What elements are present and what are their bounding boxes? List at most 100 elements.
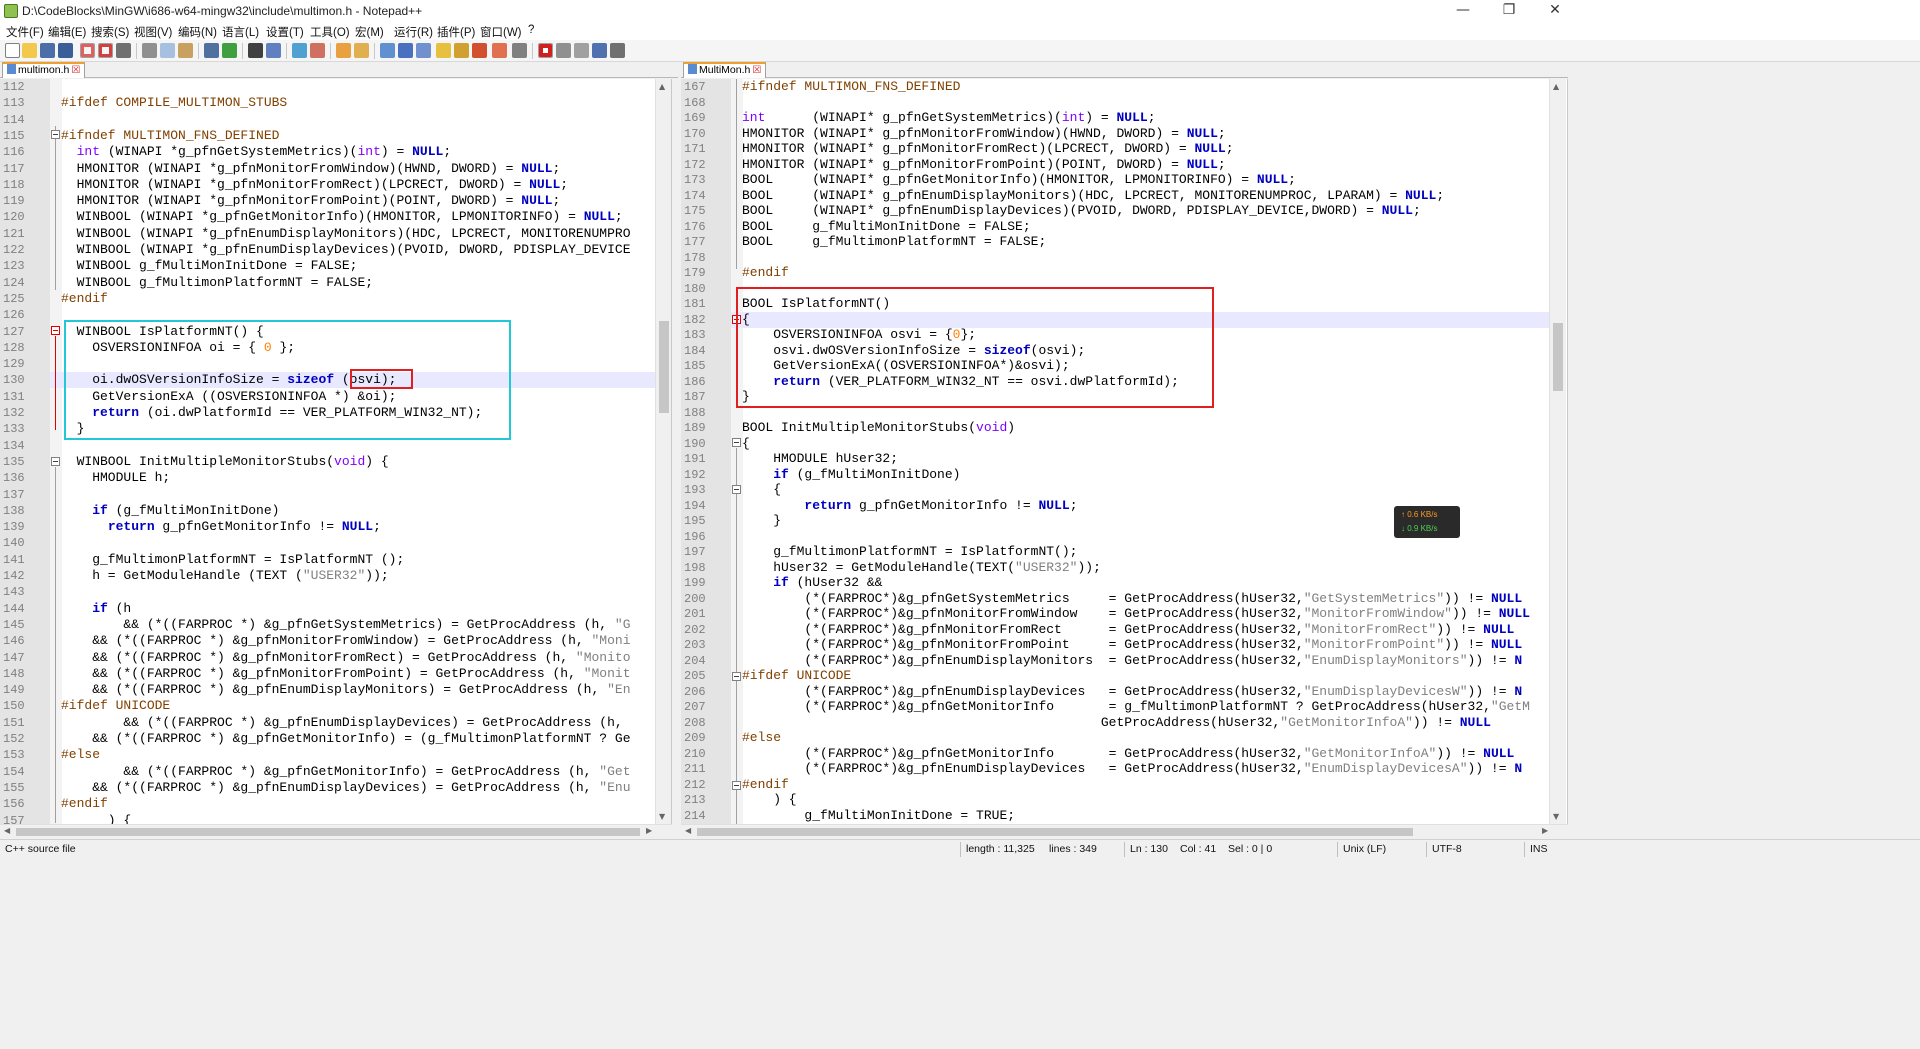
redo-icon[interactable] bbox=[222, 43, 237, 58]
save-macro-icon[interactable] bbox=[610, 43, 625, 58]
code-text[interactable]: GetVersionExA((OSVERSIONINFOA*)&osvi); bbox=[742, 358, 1069, 374]
code-text[interactable]: WINBOOL InitMultipleMonitorStubs(void) { bbox=[61, 454, 389, 470]
code-text[interactable]: #endif bbox=[61, 291, 108, 307]
minimize-button[interactable]: — bbox=[1440, 0, 1486, 22]
code-text[interactable]: (*(FARPROC*)&g_pfnMonitorFromPoint = Get… bbox=[742, 637, 1522, 653]
code-text[interactable]: (*(FARPROC*)&g_pfnEnumDisplayMonitors = … bbox=[742, 653, 1522, 669]
close-all-icon[interactable] bbox=[98, 43, 113, 58]
menu-file[interactable]: 文件(F) bbox=[6, 24, 44, 40]
code-text[interactable]: && (*((FARPROC *) &g_pfnEnumDisplayDevic… bbox=[61, 780, 630, 796]
code-text[interactable]: #endif bbox=[742, 777, 789, 793]
left-horizontal-scrollbar[interactable]: ◀ ▶ bbox=[0, 824, 672, 838]
fold-toggle-icon[interactable] bbox=[732, 438, 741, 447]
undo-icon[interactable] bbox=[204, 43, 219, 58]
fold-toggle-icon[interactable] bbox=[51, 130, 60, 139]
stop-record-icon[interactable] bbox=[556, 43, 571, 58]
code-text[interactable]: OSVERSIONINFOA oi = { 0 }; bbox=[61, 340, 295, 356]
udl-icon[interactable] bbox=[436, 43, 451, 58]
code-text[interactable]: WINBOOL (WINAPI *g_pfnGetMonitorInfo)(HM… bbox=[61, 209, 623, 225]
code-text[interactable]: BOOL g_fMultiMonInitDone = FALSE; bbox=[742, 219, 1031, 235]
code-text[interactable]: WINBOOL (WINAPI *g_pfnEnumDisplayDevices… bbox=[61, 242, 631, 258]
code-text[interactable]: #ifdef UNICODE bbox=[61, 698, 170, 714]
code-text[interactable]: && (*((FARPROC *) &g_pfnGetMonitorInfo) … bbox=[61, 764, 630, 780]
code-text[interactable]: && (*((FARPROC *) &g_pfnEnumDisplayMonit… bbox=[61, 682, 630, 698]
code-text[interactable]: BOOL IsPlatformNT() bbox=[742, 296, 890, 312]
scroll-thumb[interactable] bbox=[1553, 323, 1563, 391]
code-text[interactable]: } bbox=[61, 421, 85, 437]
code-text[interactable]: WINBOOL g_fMultiMonInitDone = FALSE; bbox=[61, 258, 358, 274]
zoom-in-icon[interactable] bbox=[292, 43, 307, 58]
scroll-thumb[interactable] bbox=[697, 828, 1413, 836]
code-text[interactable]: #ifndef MULTIMON_FNS_DEFINED bbox=[742, 79, 960, 95]
scroll-thumb[interactable] bbox=[16, 828, 640, 836]
save-icon[interactable] bbox=[40, 43, 55, 58]
code-text[interactable]: BOOL (WINAPI* g_pfnEnumDisplayDevices)(P… bbox=[742, 203, 1421, 219]
right-horizontal-scrollbar[interactable]: ◀ ▶ bbox=[681, 824, 1568, 838]
code-text[interactable]: HMONITOR (WINAPI* g_pfnMonitorFromPoint)… bbox=[742, 157, 1226, 173]
code-text[interactable]: && (*((FARPROC *) &g_pfnGetMonitorInfo) … bbox=[61, 731, 630, 747]
code-text[interactable]: } bbox=[742, 389, 750, 405]
menu-window[interactable]: 窗口(W) bbox=[480, 24, 522, 40]
folder-workspace-icon[interactable] bbox=[492, 43, 507, 58]
code-text[interactable]: g_fMultiMonInitDone = TRUE; bbox=[742, 808, 1015, 824]
left-vertical-scrollbar[interactable]: ▲ ▼ bbox=[655, 79, 671, 824]
code-text[interactable]: BOOL (WINAPI* g_pfnGetMonitorInfo)(HMONI… bbox=[742, 172, 1296, 188]
code-text[interactable]: HMONITOR (WINAPI *g_pfnMonitorFromWindow… bbox=[61, 161, 561, 177]
code-text[interactable]: h = GetModuleHandle (TEXT ("USER32")); bbox=[61, 568, 388, 584]
zoom-out-icon[interactable] bbox=[310, 43, 325, 58]
code-text[interactable]: GetProcAddress(hUser32,"GetMonitorInfoA"… bbox=[742, 715, 1491, 731]
record-macro-icon[interactable] bbox=[538, 43, 553, 58]
paste-icon[interactable] bbox=[178, 43, 193, 58]
code-text[interactable]: g_fMultimonPlatformNT = IsPlatformNT(); bbox=[742, 544, 1077, 560]
play-macro-icon[interactable] bbox=[574, 43, 589, 58]
scroll-up-icon[interactable]: ▲ bbox=[659, 82, 665, 91]
menu-language[interactable]: 语言(L) bbox=[222, 24, 259, 40]
print-icon[interactable] bbox=[116, 43, 131, 58]
code-text[interactable]: return g_pfnGetMonitorInfo != NULL; bbox=[742, 498, 1077, 514]
code-text[interactable]: #else bbox=[742, 730, 781, 746]
code-text[interactable]: return g_pfnGetMonitorInfo != NULL; bbox=[61, 519, 381, 535]
code-text[interactable]: (*(FARPROC*)&g_pfnMonitorFromRect = GetP… bbox=[742, 622, 1514, 638]
code-text[interactable]: #ifndef MULTIMON_FNS_DEFINED bbox=[61, 128, 279, 144]
left-editor-pane[interactable]: 112 113 #ifdef COMPILE_MULTIMON_STUBS 114 11… bbox=[0, 79, 672, 824]
right-editor-pane[interactable]: 167 #ifndef MULTIMON_FNS_DEFINED 168 169 int… bbox=[681, 79, 1568, 824]
fold-toggle-icon[interactable] bbox=[732, 315, 741, 324]
code-text[interactable]: && (*((FARPROC *) &g_pfnMonitorFromWindo… bbox=[61, 633, 630, 649]
menu-encoding[interactable]: 编码(N) bbox=[178, 24, 217, 40]
tab-close-icon[interactable]: ☒ bbox=[752, 65, 761, 77]
code-text[interactable]: && (*((FARPROC *) &g_pfnEnumDisplayDevic… bbox=[61, 715, 622, 731]
word-wrap-icon[interactable] bbox=[380, 43, 395, 58]
code-text[interactable]: g_fMultimonPlatformNT = IsPlatformNT (); bbox=[61, 552, 404, 568]
tab-multimon-h-right[interactable]: MultiMon.h ☒ bbox=[683, 62, 767, 78]
code-text[interactable]: HMODULE h; bbox=[61, 470, 170, 486]
code-text[interactable]: HMONITOR (WINAPI *g_pfnMonitorFromRect)(… bbox=[61, 177, 569, 193]
code-text[interactable]: && (*((FARPROC *) &g_pfnMonitorFromPoint… bbox=[61, 666, 630, 682]
code-text[interactable]: (*(FARPROC*)&g_pfnGetMonitorInfo = GetPr… bbox=[742, 746, 1514, 762]
fold-toggle-icon[interactable] bbox=[732, 485, 741, 494]
close-icon[interactable] bbox=[80, 43, 95, 58]
code-text[interactable]: HMODULE hUser32; bbox=[742, 451, 898, 467]
code-text[interactable]: BOOL g_fMultimonPlatformNT = FALSE; bbox=[742, 234, 1046, 250]
copy-icon[interactable] bbox=[160, 43, 175, 58]
find-icon[interactable] bbox=[248, 43, 263, 58]
indent-guide-icon[interactable] bbox=[416, 43, 431, 58]
code-text[interactable]: hUser32 = GetModuleHandle(TEXT("USER32")… bbox=[742, 560, 1101, 576]
menu-help[interactable]: ? bbox=[528, 24, 534, 36]
sync-horizontal-icon[interactable] bbox=[354, 43, 369, 58]
code-text[interactable]: (*(FARPROC*)&g_pfnEnumDisplayDevices = G… bbox=[742, 684, 1522, 700]
code-text[interactable]: (*(FARPROC*)&g_pfnMonitorFromWindow = Ge… bbox=[742, 606, 1530, 622]
status-insert-mode[interactable]: INS bbox=[1530, 843, 1548, 855]
menu-tools[interactable]: 工具(O) bbox=[310, 24, 350, 40]
code-text[interactable]: if (g_fMultiMonInitDone) bbox=[61, 503, 279, 519]
code-text[interactable]: #ifdef UNICODE bbox=[742, 668, 851, 684]
code-text[interactable]: WINBOOL g_fMultimonPlatformNT = FALSE; bbox=[61, 275, 373, 291]
fold-toggle-icon[interactable] bbox=[732, 781, 741, 790]
code-text[interactable]: BOOL InitMultipleMonitorStubs(void) bbox=[742, 420, 1015, 436]
code-text[interactable]: } bbox=[742, 513, 781, 529]
fold-toggle-icon[interactable] bbox=[51, 326, 60, 335]
code-text[interactable]: BOOL (WINAPI* g_pfnEnumDisplayMonitors)(… bbox=[742, 188, 1444, 204]
code-text[interactable]: WINBOOL (WINAPI *g_pfnEnumDisplayMonitor… bbox=[61, 226, 631, 242]
scroll-left-icon[interactable]: ◀ bbox=[4, 826, 10, 835]
code-text[interactable]: return (VER_PLATFORM_WIN32_NT == osvi.dw… bbox=[742, 374, 1179, 390]
monitoring-icon[interactable] bbox=[512, 43, 527, 58]
